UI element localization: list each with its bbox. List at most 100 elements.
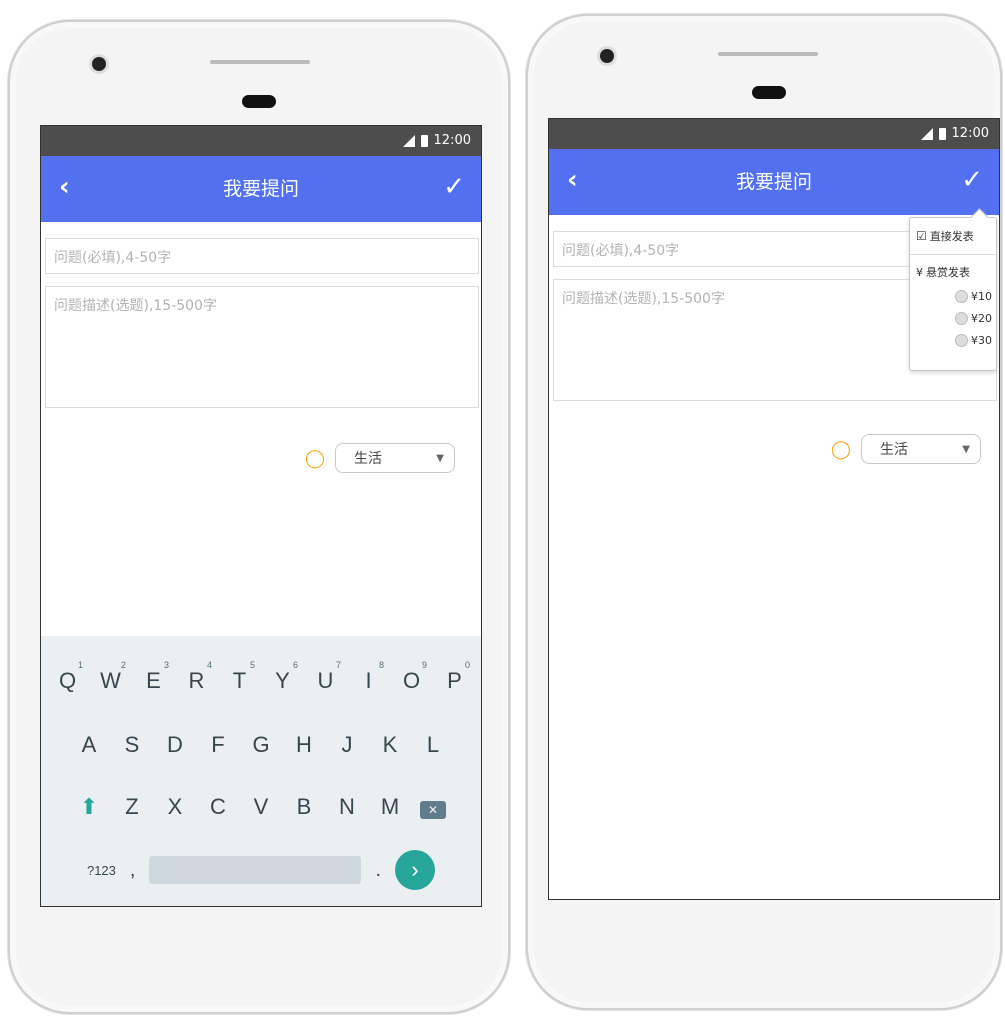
confirm-icon[interactable]: ✓ — [961, 165, 983, 195]
key-letter: O — [402, 668, 421, 693]
keyboard-row-2: ASDFGHJKL — [41, 732, 481, 758]
key-e[interactable]: E3 — [132, 660, 175, 694]
key-y[interactable]: Y6 — [261, 660, 304, 694]
app-bar: ‹ 我要提问 ✓ — [549, 149, 999, 215]
screen: 12:00 ‹ 我要提问 ✓ 问题(必填),4-50字 问题描述(选题),15-… — [40, 125, 482, 907]
signal-icon — [402, 134, 415, 147]
confirm-icon[interactable]: ✓ — [443, 172, 465, 202]
key-letter: U — [317, 668, 334, 693]
key-hint: 4 — [206, 660, 212, 670]
key-f[interactable]: F — [197, 732, 240, 758]
category-row: ◯ 生活 ▼ — [305, 443, 455, 473]
tag-icon: ◯ — [830, 438, 851, 460]
key-u[interactable]: U7 — [304, 660, 347, 694]
front-camera — [600, 49, 614, 63]
key-letter: I — [365, 668, 372, 693]
key-x[interactable]: X — [154, 794, 197, 820]
phone-mockup-right: 12:00 ‹ 我要提问 ✓ 问题(必填),4-50字 问题描述(选题),15-… — [526, 14, 1002, 1010]
key-hint: 2 — [120, 660, 126, 670]
status-bar: 12:00 — [41, 126, 481, 156]
reward-publish-option[interactable]: ¥ 悬赏发表 — [916, 264, 992, 280]
radio-button[interactable] — [955, 334, 968, 347]
proximity-sensor — [242, 95, 276, 108]
key-letter: P — [447, 668, 462, 693]
key-v[interactable]: V — [240, 794, 283, 820]
key-n[interactable]: N — [326, 794, 369, 820]
keyboard-row-1: Q1W2E3R4T5Y6U7I8O9P0 — [41, 660, 481, 694]
space-key[interactable] — [149, 856, 362, 884]
key-w[interactable]: W2 — [89, 660, 132, 694]
earpiece-speaker — [718, 52, 818, 56]
key-l[interactable]: L — [412, 732, 455, 758]
key-t[interactable]: T5 — [218, 660, 261, 694]
key-letter: Y — [275, 668, 290, 693]
key-letter: E — [146, 668, 161, 693]
category-value: 生活 — [354, 451, 382, 467]
reward-option-10[interactable]: ¥10 — [916, 290, 992, 303]
key-z[interactable]: Z — [111, 794, 154, 820]
key-letter: W — [100, 668, 121, 693]
category-value: 生活 — [880, 442, 908, 458]
radio-button[interactable] — [955, 290, 968, 303]
key-hint: 9 — [421, 660, 427, 670]
keyboard-row-3: ⬆ ZXCVBNM ✕ — [41, 794, 481, 820]
page-title: 我要提问 — [222, 178, 299, 200]
battery-icon — [938, 127, 946, 140]
reward-amount: ¥20 — [971, 312, 992, 325]
reward-option-30[interactable]: ¥30 — [916, 334, 992, 347]
key-o[interactable]: O9 — [390, 660, 433, 694]
key-p[interactable]: P0 — [433, 660, 476, 694]
comma-key[interactable]: , — [130, 859, 136, 882]
period-key[interactable]: . — [375, 859, 381, 882]
tag-icon: ◯ — [304, 447, 325, 469]
reward-amount: ¥10 — [971, 290, 992, 303]
key-hint: 3 — [163, 660, 169, 670]
front-camera — [92, 57, 106, 71]
key-m[interactable]: M — [369, 794, 412, 820]
key-i[interactable]: I8 — [347, 660, 390, 694]
app-bar: ‹ 我要提问 ✓ — [41, 156, 481, 222]
key-c[interactable]: C — [197, 794, 240, 820]
checkmark-circle-icon: ☑ — [916, 229, 927, 243]
earpiece-speaker — [210, 60, 310, 64]
key-s[interactable]: S — [111, 732, 154, 758]
backspace-key[interactable]: ✕ — [412, 794, 455, 820]
yen-icon: ¥ — [916, 265, 923, 279]
category-select[interactable]: 生活 ▼ — [861, 434, 981, 464]
question-placeholder: 问题(必填),4-50字 — [54, 250, 172, 266]
signal-icon — [920, 127, 933, 140]
key-d[interactable]: D — [154, 732, 197, 758]
key-letter: R — [188, 668, 205, 693]
status-time: 12:00 — [951, 126, 989, 141]
key-j[interactable]: J — [326, 732, 369, 758]
menu-divider — [910, 254, 996, 255]
phone-mockup-left: 12:00 ‹ 我要提问 ✓ 问题(必填),4-50字 问题描述(选题),15-… — [8, 20, 510, 1014]
key-h[interactable]: H — [283, 732, 326, 758]
direct-publish-option[interactable]: ☑ 直接发表 — [916, 228, 992, 244]
category-select[interactable]: 生活 ▼ — [335, 443, 455, 473]
enter-key[interactable]: › — [395, 850, 436, 890]
reward-amount: ¥30 — [971, 334, 992, 347]
key-letter: Q — [58, 668, 77, 693]
key-q[interactable]: Q1 — [46, 660, 89, 694]
key-b[interactable]: B — [283, 794, 326, 820]
question-placeholder: 问题(必填),4-50字 — [562, 243, 680, 259]
key-k[interactable]: K — [369, 732, 412, 758]
radio-button[interactable] — [955, 312, 968, 325]
reward-publish-label: 悬赏发表 — [926, 266, 970, 279]
key-hint: 1 — [77, 660, 83, 670]
key-letter: T — [232, 668, 247, 693]
key-a[interactable]: A — [68, 732, 111, 758]
symbols-key[interactable]: ?123 — [87, 863, 116, 878]
reward-option-20[interactable]: ¥20 — [916, 312, 992, 325]
shift-key[interactable]: ⬆ — [68, 794, 111, 820]
key-hint: 7 — [335, 660, 341, 670]
proximity-sensor — [752, 86, 786, 99]
question-input[interactable]: 问题(必填),4-50字 — [45, 238, 479, 274]
key-r[interactable]: R4 — [175, 660, 218, 694]
key-hint: 8 — [378, 660, 384, 670]
key-hint: 5 — [249, 660, 255, 670]
description-textarea[interactable]: 问题描述(选题),15-500字 — [45, 286, 479, 408]
key-g[interactable]: G — [240, 732, 283, 758]
key-hint: 6 — [292, 660, 298, 670]
